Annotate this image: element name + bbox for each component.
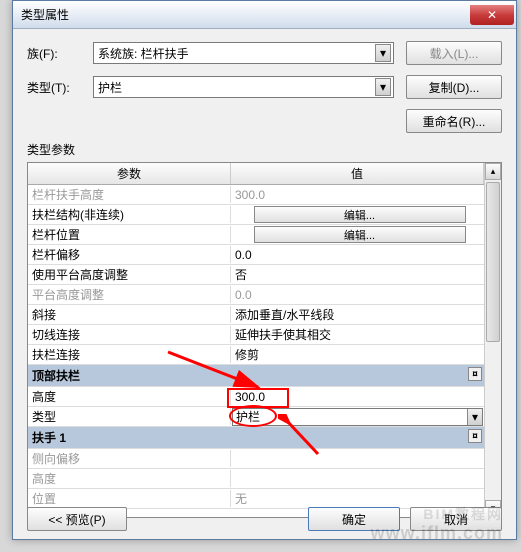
param-cell: 切线连接 bbox=[28, 326, 231, 343]
table-row[interactable]: 使用平台高度调整 否 bbox=[28, 265, 484, 285]
collapse-icon[interactable]: ¤ bbox=[468, 367, 482, 381]
section-header-handrail: 扶手 1 ¤ bbox=[28, 427, 484, 449]
type-value-dropdown[interactable]: 护栏 ▾ bbox=[232, 408, 483, 426]
table-row[interactable]: 高度 300.0 bbox=[28, 387, 484, 407]
value-cell: 0.0 bbox=[231, 248, 484, 262]
value-cell: 编辑... bbox=[231, 206, 484, 223]
param-cell: 高度 bbox=[28, 388, 231, 405]
param-cell: 栏杆位置 bbox=[28, 226, 231, 243]
table-row[interactable]: 栏杆扶手高度 300.0 bbox=[28, 185, 484, 205]
chevron-down-icon: ▾ bbox=[375, 44, 391, 62]
value-cell: 0.0 bbox=[231, 288, 484, 302]
value-cell: 延伸扶手使其相交 bbox=[231, 326, 484, 343]
type-params-label: 类型参数 bbox=[27, 141, 502, 158]
table-row[interactable]: 侧向偏移 bbox=[28, 449, 484, 469]
param-cell: 栏杆扶手高度 bbox=[28, 186, 231, 203]
table-row[interactable]: 类型 护栏 ▾ bbox=[28, 407, 484, 427]
titlebar: 类型属性 ✕ bbox=[13, 1, 516, 29]
scroll-track[interactable] bbox=[485, 180, 501, 500]
params-table: 参数 值 栏杆扶手高度 300.0 扶栏结构(非连续) 编辑... 栏杆位置 编… bbox=[27, 162, 502, 518]
close-icon: ✕ bbox=[487, 8, 497, 22]
section-label: 顶部扶栏 bbox=[28, 367, 231, 384]
table-body: 栏杆扶手高度 300.0 扶栏结构(非连续) 编辑... 栏杆位置 编辑... … bbox=[28, 185, 484, 509]
value-cell: 300.0 bbox=[231, 390, 484, 404]
table-row[interactable]: 切线连接 延伸扶手使其相交 bbox=[28, 325, 484, 345]
table-main: 参数 值 栏杆扶手高度 300.0 扶栏结构(非连续) 编辑... 栏杆位置 编… bbox=[28, 163, 484, 517]
table-row[interactable]: 栏杆偏移 0.0 bbox=[28, 245, 484, 265]
duplicate-button[interactable]: 复制(D)... bbox=[406, 75, 502, 99]
type-dropdown[interactable]: 护栏 ▾ bbox=[93, 76, 394, 98]
chevron-down-icon: ▾ bbox=[375, 78, 391, 96]
watermark-brand: BIM教程网 bbox=[423, 504, 503, 524]
table-row[interactable]: 栏杆位置 编辑... bbox=[28, 225, 484, 245]
param-cell: 侧向偏移 bbox=[28, 450, 231, 467]
type-row: 类型(T): 护栏 ▾ 复制(D)... bbox=[27, 75, 502, 99]
window-title: 类型属性 bbox=[21, 6, 69, 23]
value-cell: 添加垂直/水平线段 bbox=[231, 306, 484, 323]
collapse-icon[interactable]: ¤ bbox=[468, 429, 482, 443]
table-row[interactable]: 平台高度调整 0.0 bbox=[28, 285, 484, 305]
value-cell: 否 bbox=[231, 266, 484, 283]
scroll-thumb[interactable] bbox=[486, 182, 500, 342]
edit-button[interactable]: 编辑... bbox=[254, 206, 466, 223]
load-button[interactable]: 载入(L)... bbox=[406, 41, 502, 65]
rename-button[interactable]: 重命名(R)... bbox=[406, 109, 502, 133]
table-row[interactable]: 扶栏结构(非连续) 编辑... bbox=[28, 205, 484, 225]
value-cell: 编辑... bbox=[231, 226, 484, 243]
value-text: 300.0 bbox=[235, 390, 265, 404]
param-cell: 扶栏结构(非连续) bbox=[28, 206, 231, 223]
param-cell: 位置 bbox=[28, 490, 231, 507]
content-area: 族(F): 系统族: 栏杆扶手 ▾ 载入(L)... 类型(T): 护栏 ▾ 复… bbox=[13, 29, 516, 526]
value-cell: 修剪 bbox=[231, 346, 484, 363]
family-label: 族(F): bbox=[27, 45, 93, 62]
value-cell: 护栏 ▾ bbox=[231, 407, 484, 427]
preview-button[interactable]: << 预览(P) bbox=[27, 507, 127, 531]
edit-button[interactable]: 编辑... bbox=[254, 226, 466, 243]
param-cell: 使用平台高度调整 bbox=[28, 266, 231, 283]
header-param: 参数 bbox=[28, 163, 231, 184]
section-label: 扶手 1 bbox=[28, 429, 231, 446]
value-cell: 300.0 bbox=[231, 188, 484, 202]
header-value: 值 bbox=[231, 163, 484, 184]
scroll-up-icon[interactable]: ▴ bbox=[485, 163, 501, 180]
family-row: 族(F): 系统族: 栏杆扶手 ▾ 载入(L)... bbox=[27, 41, 502, 65]
table-header: 参数 值 bbox=[28, 163, 484, 185]
type-value: 护栏 bbox=[98, 79, 122, 96]
param-cell: 平台高度调整 bbox=[28, 286, 231, 303]
param-cell: 斜接 bbox=[28, 306, 231, 323]
close-button[interactable]: ✕ bbox=[470, 5, 514, 25]
table-row[interactable]: 高度 bbox=[28, 469, 484, 489]
rename-row: 重命名(R)... bbox=[27, 109, 502, 133]
chevron-down-icon: ▾ bbox=[467, 409, 482, 425]
type-properties-window: 类型属性 ✕ 族(F): 系统族: 栏杆扶手 ▾ 载入(L)... 类型(T):… bbox=[12, 0, 517, 540]
vertical-scrollbar[interactable]: ▴ ▾ bbox=[484, 163, 501, 517]
table-row[interactable]: 扶栏连接 修剪 bbox=[28, 345, 484, 365]
param-cell: 类型 bbox=[28, 408, 231, 425]
family-value: 系统族: 栏杆扶手 bbox=[98, 45, 189, 62]
table-row[interactable]: 位置 无 bbox=[28, 489, 484, 509]
param-cell: 栏杆偏移 bbox=[28, 246, 231, 263]
section-header-top: 顶部扶栏 ¤ bbox=[28, 365, 484, 387]
table-row[interactable]: 斜接 添加垂直/水平线段 bbox=[28, 305, 484, 325]
type-label: 类型(T): bbox=[27, 79, 93, 96]
value-text: 护栏 bbox=[236, 408, 260, 425]
family-dropdown[interactable]: 系统族: 栏杆扶手 ▾ bbox=[93, 42, 394, 64]
watermark-url: www.iflm.com bbox=[371, 523, 503, 544]
param-cell: 扶栏连接 bbox=[28, 346, 231, 363]
param-cell: 高度 bbox=[28, 470, 231, 487]
